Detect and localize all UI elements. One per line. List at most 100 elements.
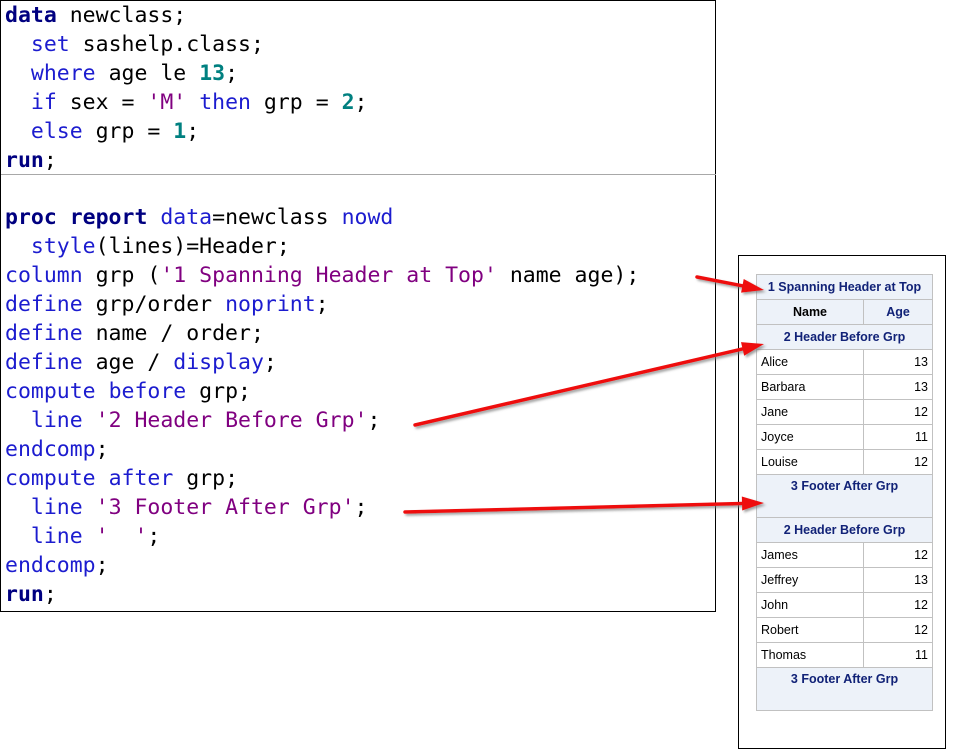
code-divider: [1, 174, 716, 175]
code-token: =newclass: [212, 205, 342, 230]
code-token: display: [173, 350, 264, 375]
code-token: '3 Footer After Grp': [95, 495, 355, 520]
code-line: data newclass;: [5, 1, 186, 30]
group-footer-row: 3 Footer After Grp: [756, 667, 933, 711]
name-cell: Robert: [756, 617, 864, 643]
code-line: proc report data=newclass nowd: [5, 203, 393, 232]
code-line: run;: [5, 146, 57, 175]
table-row: Alice 13: [756, 349, 933, 375]
code-token: data: [160, 205, 213, 230]
code-token: (lines)=Header;: [95, 234, 290, 259]
code-token: column: [5, 263, 83, 288]
code-token: 1: [173, 119, 187, 144]
code-token: define: [5, 350, 83, 375]
code-token: after: [108, 466, 174, 491]
code-token: ;: [225, 61, 239, 86]
table-row: Joyce 11: [756, 424, 933, 450]
column-header-name: Name: [756, 299, 864, 325]
code-token: ;: [367, 408, 381, 433]
code-token: nowd: [341, 205, 394, 230]
code-token: grp/order: [82, 292, 226, 317]
code-token: age le: [95, 61, 200, 86]
code-token: line: [30, 408, 83, 433]
group-header: 2 Header Before Grp: [756, 517, 933, 543]
code-line: define grp/order noprint;: [5, 290, 329, 319]
name-cell: Jane: [756, 399, 864, 425]
code-token: set: [30, 32, 70, 57]
code-token: grp =: [250, 90, 342, 115]
age-cell: 13: [863, 349, 933, 375]
group-footer: 3 Footer After Grp: [756, 667, 933, 711]
age-cell: 12: [863, 617, 933, 643]
table-row: Jeffrey 13: [756, 567, 933, 593]
code-line: define name / order;: [5, 319, 264, 348]
code-token: style: [30, 234, 96, 259]
group-footer-row: 3 Footer After Grp: [756, 474, 933, 518]
code-token: line: [30, 524, 83, 549]
code-line: set sashelp.class;: [5, 30, 264, 59]
code-token: run: [5, 582, 44, 607]
table-row: Thomas 11: [756, 642, 933, 668]
code-token: data: [5, 3, 57, 28]
code-line: line ' ';: [5, 522, 160, 551]
code-line: where age le 13;: [5, 59, 238, 88]
group-header-row: 2 Header Before Grp: [756, 517, 933, 543]
code-token: if: [30, 90, 57, 115]
age-cell: 13: [863, 374, 933, 400]
table-row: Barbara 13: [756, 374, 933, 400]
code-token: endcomp: [5, 553, 96, 578]
name-cell: Jeffrey: [756, 567, 864, 593]
code-line: style(lines)=Header;: [5, 232, 290, 261]
code-token: else: [30, 119, 83, 144]
age-cell: 12: [863, 592, 933, 618]
code-token: 2: [341, 90, 355, 115]
code-token: ;: [354, 495, 368, 520]
code-line: compute before grp;: [5, 377, 251, 406]
name-cell: Barbara: [756, 374, 864, 400]
code-line: line '3 Footer After Grp';: [5, 493, 368, 522]
age-cell: 11: [863, 642, 933, 668]
code-token: ;: [95, 553, 109, 578]
table-row: James 12: [756, 542, 933, 568]
code-token: sashelp.class;: [69, 32, 264, 57]
code-line: if sex = 'M' then grp = 2;: [5, 88, 368, 117]
spanning-header-row: 1 Spanning Header at Top: [756, 274, 933, 300]
code-token: compute: [5, 466, 96, 491]
code-editor[interactable]: data newclass; set sashelp.class; where …: [0, 0, 716, 612]
code-token: ;: [43, 148, 57, 173]
code-token: ;: [263, 350, 277, 375]
group-header: 2 Header Before Grp: [756, 324, 933, 350]
name-cell: Joyce: [756, 424, 864, 450]
code-token: ;: [43, 582, 57, 607]
code-token: noprint: [225, 292, 316, 317]
code-line: run;: [5, 580, 57, 609]
group-header-row: 2 Header Before Grp: [756, 324, 933, 350]
name-cell: Thomas: [756, 642, 864, 668]
code-token: 13: [199, 61, 226, 86]
code-token: where: [30, 61, 96, 86]
name-cell: Alice: [756, 349, 864, 375]
code-token: before: [108, 379, 187, 404]
age-cell: 12: [863, 542, 933, 568]
code-token: then: [199, 90, 251, 115]
code-token: grp;: [173, 466, 239, 491]
code-token: run: [5, 148, 44, 173]
code-token: ;: [147, 524, 161, 549]
code-line: line '2 Header Before Grp';: [5, 406, 381, 435]
code-token: ;: [186, 119, 200, 144]
code-token: ;: [315, 292, 329, 317]
code-token: 'M': [147, 90, 187, 115]
code-token: grp (: [82, 263, 161, 288]
column-header-age: Age: [863, 299, 933, 325]
